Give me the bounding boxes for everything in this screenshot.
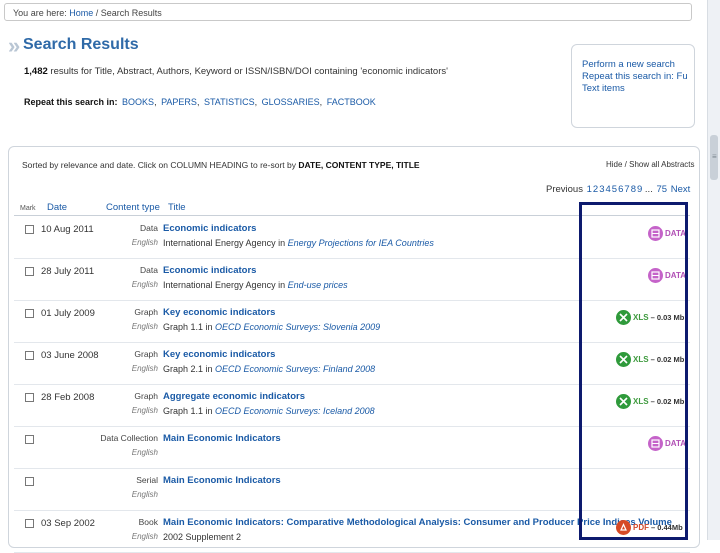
scrollbar-grip-icon: ≡ <box>712 152 717 161</box>
row-title-link[interactable]: Aggregate economic indicators <box>163 391 305 402</box>
row-title-link[interactable]: Key economic indicators <box>163 307 275 318</box>
row-date: 03 Sep 2002 <box>41 518 95 529</box>
mark-checkbox[interactable] <box>25 393 34 402</box>
breadcrumb-home-link[interactable]: Home <box>69 8 93 18</box>
row-source: International Energy Agency in Energy Pr… <box>163 238 434 248</box>
vertical-scrollbar[interactable]: ≡ <box>707 0 720 540</box>
new-search-link[interactable]: Perform a new search <box>572 59 694 71</box>
row-language: English <box>131 280 158 289</box>
row-content-type: Data <box>140 265 158 275</box>
row-content-type: Graph <box>134 307 158 317</box>
column-header-title[interactable]: Title <box>168 202 186 213</box>
results-text: results for Title, Abstract, Authors, Ke… <box>47 66 448 77</box>
row-title-link[interactable]: Main Economic Indicators <box>163 433 281 444</box>
mark-checkbox[interactable] <box>25 435 34 444</box>
row-date: 28 Feb 2008 <box>41 392 95 403</box>
mark-checkbox[interactable] <box>25 351 34 360</box>
pager-page[interactable]: 9 <box>637 184 642 195</box>
row-source-link[interactable]: Energy Projections for IEA Countries <box>288 238 434 248</box>
breadcrumb: You are here: Home / Search Results <box>4 3 692 21</box>
row-content-type: Serial <box>136 475 158 485</box>
row-source-text: International Energy Agency in <box>163 280 288 290</box>
pagination: Previous 123456789 ... 75 Next <box>546 184 690 195</box>
breadcrumb-separator: / <box>93 8 101 18</box>
row-source: Graph 1.1 in OECD Economic Surveys: Slov… <box>163 322 380 332</box>
row-source-link[interactable]: OECD Economic Surveys: Finland 2008 <box>215 364 375 374</box>
row-source: Graph 1.1 in OECD Economic Surveys: Icel… <box>163 406 375 416</box>
column-header-content-type[interactable]: Content type <box>106 202 160 213</box>
repeat-search-label: Repeat this search in: <box>24 97 118 107</box>
row-source-text: 2002 Supplement 2 <box>163 532 242 542</box>
repeat-link-factbook[interactable]: FACTBOOK <box>327 97 376 107</box>
pager-page[interactable]: 6 <box>618 184 623 195</box>
mark-checkbox[interactable] <box>25 477 34 486</box>
row-source: International Energy Agency in End-use p… <box>163 280 348 290</box>
row-source-text: Graph 1.1 in <box>163 322 216 332</box>
row-content-type: Data Collection <box>100 433 158 443</box>
row-source-link[interactable]: OECD Economic Surveys: Iceland 2008 <box>215 406 375 416</box>
page-title: Search Results <box>23 36 139 53</box>
breadcrumb-current: Search Results <box>100 8 162 18</box>
search-options-box: Perform a new search Repeat this search … <box>571 44 695 128</box>
row-title-link[interactable]: Economic indicators <box>163 265 256 276</box>
row-date: 03 June 2008 <box>41 350 99 361</box>
repeat-link-books[interactable]: BOOKS <box>122 97 154 107</box>
repeat-link-glossaries[interactable]: GLOSSARIES <box>262 97 320 107</box>
repeat-link-statistics[interactable]: STATISTICS <box>204 97 255 107</box>
repeat-search-line: Repeat this search in: BOOKS, PAPERS, ST… <box>24 97 376 107</box>
row-source-text: Graph 1.1 in <box>163 406 216 416</box>
format-column-highlight <box>579 202 688 540</box>
mark-checkbox[interactable] <box>25 309 34 318</box>
sort-note-text: Sorted by relevance and date. Click on C… <box>22 160 296 170</box>
row-source-text: International Energy Agency in <box>163 238 288 248</box>
row-content-type: Book <box>138 517 158 527</box>
breadcrumb-prefix: You are here: <box>13 8 67 18</box>
mark-checkbox[interactable] <box>25 225 34 234</box>
pager-page-last[interactable]: 75 <box>656 184 667 195</box>
row-language: English <box>131 490 158 499</box>
row-language: English <box>131 238 158 247</box>
pager-page[interactable]: 4 <box>606 184 611 195</box>
row-language: English <box>131 322 158 331</box>
pager-page[interactable]: 1 <box>587 184 592 195</box>
row-language: English <box>131 448 158 457</box>
sort-note-fields: DATE, CONTENT TYPE, TITLE <box>298 160 420 170</box>
title-chevron-icon: » <box>8 33 21 58</box>
column-header-date[interactable]: Date <box>47 202 67 213</box>
row-source-text: Graph 2.1 in <box>163 364 216 374</box>
row-date: 28 July 2011 <box>41 266 95 277</box>
row-source-link[interactable]: End-use prices <box>288 280 348 290</box>
pager-next[interactable]: Next <box>671 184 691 195</box>
repeat-fulltext-link[interactable]: Repeat this search in: Fu <box>572 71 694 83</box>
mark-checkbox[interactable] <box>25 519 34 528</box>
pager-page[interactable]: 5 <box>612 184 617 195</box>
row-source-link[interactable]: OECD Economic Surveys: Slovenia 2009 <box>215 322 380 332</box>
pager-page[interactable]: 3 <box>599 184 604 195</box>
pager-page[interactable]: 2 <box>593 184 598 195</box>
pager-page[interactable]: 7 <box>624 184 629 195</box>
row-title-link[interactable]: Key economic indicators <box>163 349 275 360</box>
repeat-link-papers[interactable]: PAPERS <box>161 97 197 107</box>
row-language: English <box>131 406 158 415</box>
pager-page[interactable]: 8 <box>631 184 636 195</box>
row-content-type: Data <box>140 223 158 233</box>
row-source: Graph 2.1 in OECD Economic Surveys: Finl… <box>163 364 375 374</box>
mark-checkbox[interactable] <box>25 267 34 276</box>
pager-ellipsis: ... <box>644 184 653 195</box>
row-date: 10 Aug 2011 <box>41 224 94 235</box>
row-content-type: Graph <box>134 349 158 359</box>
text-items-link[interactable]: Text items <box>572 83 694 95</box>
row-language: English <box>131 364 158 373</box>
column-header-mark: Mark <box>20 205 36 212</box>
results-count: 1,482 <box>24 66 48 77</box>
row-title-link[interactable]: Economic indicators <box>163 223 256 234</box>
row-date: 01 July 2009 <box>41 308 95 319</box>
row-source: 2002 Supplement 2 <box>163 532 241 542</box>
sort-note: Sorted by relevance and date. Click on C… <box>22 160 420 170</box>
hide-show-abstracts-link[interactable]: Hide / Show all Abstracts <box>606 160 694 169</box>
row-content-type: Graph <box>134 391 158 401</box>
pager-previous[interactable]: Previous <box>546 184 583 195</box>
results-summary: 1,482 results for Title, Abstract, Autho… <box>24 66 448 77</box>
row-title-link[interactable]: Main Economic Indicators <box>163 475 281 486</box>
